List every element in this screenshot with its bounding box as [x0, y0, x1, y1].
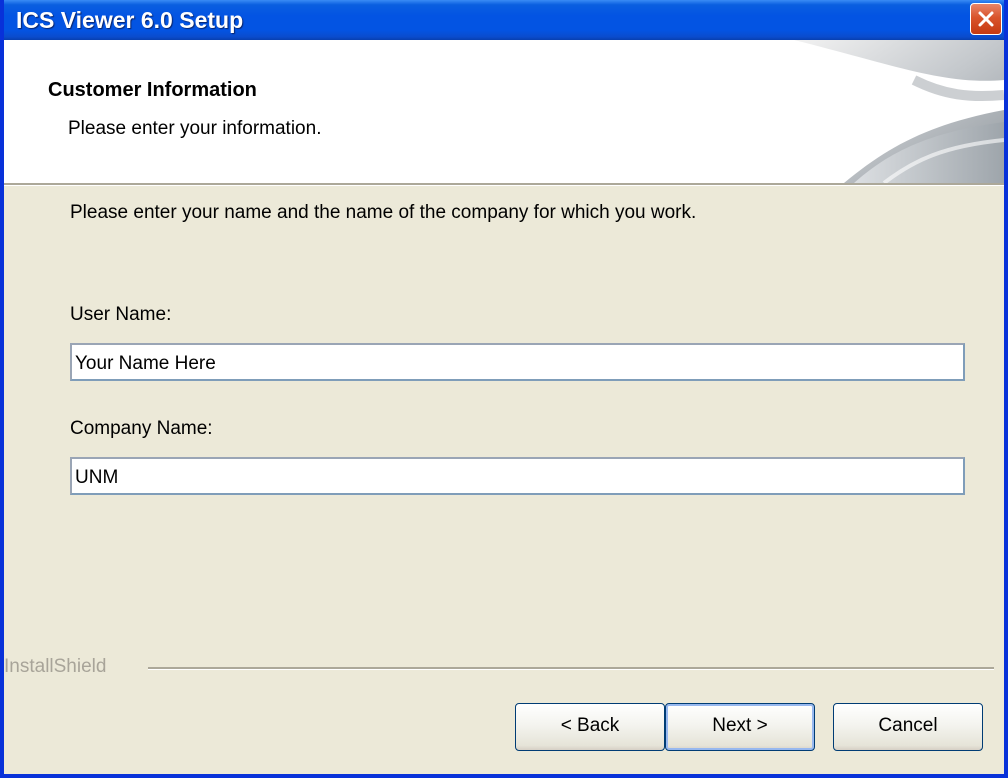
installshield-brand: InstallShield	[4, 656, 107, 677]
next-button[interactable]: Next >	[665, 703, 815, 751]
window-title: ICS Viewer 6.0 Setup	[16, 7, 244, 33]
user-name-field[interactable]	[70, 343, 965, 381]
user-name-label: User Name:	[70, 304, 172, 325]
page-subtitle: Please enter your information.	[68, 118, 322, 139]
company-name-label: Company Name:	[70, 418, 213, 439]
close-button[interactable]	[970, 3, 1002, 35]
setup-dialog: ICS Viewer 6.0 Setup Customer Informatio…	[0, 0, 1008, 778]
footer-divider	[148, 667, 994, 670]
company-name-field[interactable]	[70, 457, 965, 495]
header-graphic-icon	[794, 40, 1004, 183]
page-title: Customer Information	[48, 79, 257, 101]
title-bar[interactable]: ICS Viewer 6.0 Setup	[4, 0, 1004, 40]
back-button[interactable]: < Back	[515, 703, 665, 751]
cancel-button[interactable]: Cancel	[833, 703, 983, 751]
close-icon	[978, 11, 994, 27]
header-divider	[4, 183, 1004, 186]
instructions-text: Please enter your name and the name of t…	[70, 202, 697, 223]
